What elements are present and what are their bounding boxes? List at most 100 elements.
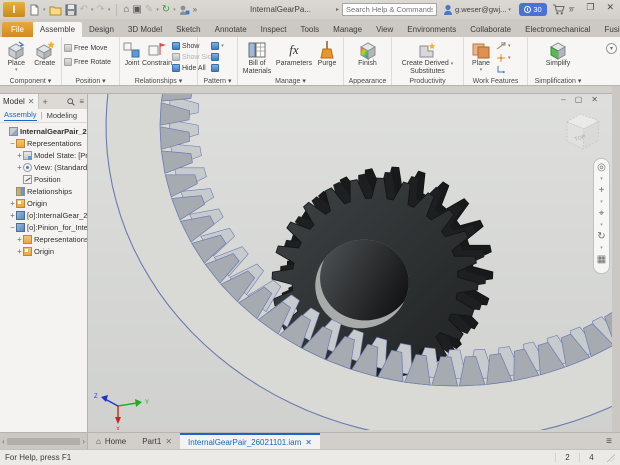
ribbon-tab-design[interactable]: Design: [82, 22, 121, 37]
browser-horizontal-scrollbar[interactable]: ‹ ›: [0, 433, 88, 449]
doc-close-button[interactable]: ✕: [591, 95, 598, 104]
sketch-icon[interactable]: ✎: [145, 5, 153, 15]
save-icon[interactable]: [65, 4, 77, 16]
ribbon-tab-collaborate[interactable]: Collaborate: [463, 22, 518, 37]
ribbon-tab-tools[interactable]: Tools: [293, 22, 326, 37]
scroll-right-icon[interactable]: ›: [82, 437, 85, 446]
ribbon-tab-assemble[interactable]: Assemble: [33, 22, 82, 37]
update-caret-icon[interactable]: ▾: [173, 7, 176, 13]
document-tab-home[interactable]: ⌂Home: [88, 433, 134, 449]
joint-button[interactable]: Joint: [122, 39, 142, 68]
tab-close-icon[interactable]: ✕: [165, 437, 172, 446]
tree-item-model-state-prim[interactable]: +Model State: [Prim: [0, 149, 87, 161]
look-at-icon[interactable]: ▦: [597, 254, 606, 265]
tree-expander-icon[interactable]: +: [16, 247, 23, 256]
doc-restore-button[interactable]: ▢: [575, 95, 583, 104]
axis-button[interactable]: ▾: [496, 41, 511, 51]
free-rotate-button[interactable]: Free Rotate: [64, 57, 111, 67]
browser-search-icon[interactable]: [67, 98, 75, 106]
open-icon[interactable]: [49, 4, 62, 16]
add-browser-tab-button[interactable]: +: [39, 97, 52, 107]
cart-icon[interactable]: [552, 4, 565, 15]
account-menu[interactable]: g.weser@gwj... ▾: [443, 4, 511, 15]
group-label-appearance[interactable]: Appearance: [344, 78, 391, 85]
pattern-button[interactable]: ▾: [211, 41, 224, 51]
tree-item-o-pinion-for-interna[interactable]: −[o]:Pinion_for_Interna: [0, 221, 87, 233]
document-tab-part1[interactable]: Part1✕: [134, 433, 180, 449]
sketch-caret-icon[interactable]: ▾: [156, 7, 159, 13]
constrain-button[interactable]: Constrain: [142, 39, 172, 68]
tree-item-representations[interactable]: −Representations: [0, 137, 87, 149]
tab-list-menu-icon[interactable]: ≡: [598, 433, 620, 449]
ribbon-tab-annotate[interactable]: Annotate: [208, 22, 254, 37]
tree-expander-icon[interactable]: +: [9, 211, 16, 220]
redo-caret-icon[interactable]: ▾: [108, 7, 111, 13]
tree-expander-icon[interactable]: +: [16, 235, 23, 244]
minimize-button[interactable]: –: [569, 2, 574, 13]
inventor-logo-icon[interactable]: I: [3, 2, 25, 17]
ribbon-tab-view[interactable]: View: [369, 22, 400, 37]
tree-item-relationships[interactable]: Relationships: [0, 185, 87, 197]
ribbon-tab-sketch[interactable]: Sketch: [169, 22, 207, 37]
tree-item-internalgearpair-2602[interactable]: InternalGearPair_2602: [0, 125, 87, 137]
create-button[interactable]: Create: [31, 39, 60, 68]
orbit-icon[interactable]: ↻: [597, 231, 605, 242]
ribbon-tab-fusion[interactable]: Fusion: [598, 22, 620, 37]
scrollbar-thumb[interactable]: [7, 438, 81, 445]
ucs-button[interactable]: [496, 65, 511, 75]
close-button[interactable]: ✕: [606, 2, 614, 13]
group-label-component[interactable]: Component ▾: [0, 77, 61, 85]
parameters-button[interactable]: fx Parameters: [274, 39, 314, 68]
tree-item-representations[interactable]: +Representations: [0, 233, 87, 245]
mirror-button[interactable]: [211, 52, 224, 62]
undo-caret-icon[interactable]: ▾: [91, 7, 94, 13]
browser-tab-close-icon[interactable]: ✕: [28, 97, 35, 106]
new-file-icon[interactable]: [29, 4, 40, 16]
tab-close-icon[interactable]: ✕: [305, 438, 312, 447]
group-label-relationships[interactable]: Relationships ▾: [120, 77, 197, 85]
group-label-position[interactable]: Position ▾: [62, 77, 119, 85]
zoom-icon[interactable]: ⌖: [599, 208, 605, 219]
navigation-wheel-icon[interactable]: ◎: [597, 162, 606, 173]
browser-tab-model[interactable]: Model✕: [0, 94, 39, 109]
license-timer-badge[interactable]: 30: [519, 3, 547, 16]
search-collapse-icon[interactable]: ▸: [336, 6, 339, 13]
tree-item-origin[interactable]: +Origin: [0, 245, 87, 257]
group-label-work-features[interactable]: Work Features: [464, 78, 527, 85]
home-icon[interactable]: ⌂: [123, 5, 129, 15]
ribbon-tab-electromechanical[interactable]: Electromechanical: [518, 22, 597, 37]
point-button[interactable]: ▾: [496, 53, 511, 63]
tree-item-position[interactable]: Position: [0, 173, 87, 185]
doc-minimize-button[interactable]: –: [561, 95, 565, 104]
redo-icon[interactable]: ↷: [96, 5, 104, 15]
group-label-pattern[interactable]: Pattern ▾: [198, 77, 237, 85]
plane-button[interactable]: Plane▾: [466, 39, 496, 73]
tree-expander-icon[interactable]: −: [9, 223, 16, 232]
tab-assembly[interactable]: Assembly: [4, 110, 37, 121]
nav-flyout-caret-icon[interactable]: ▾: [600, 200, 603, 204]
maximize-button[interactable]: ❐: [586, 2, 594, 13]
ribbon-tab-environments[interactable]: Environments: [400, 22, 463, 37]
create-derived-substitutes-button[interactable]: Create Derived ▾ Substitutes: [396, 39, 460, 76]
group-label-productivity[interactable]: Productivity: [392, 78, 463, 85]
free-move-button[interactable]: Free Move: [64, 43, 111, 53]
ribbon-tab-file[interactable]: File: [2, 22, 33, 37]
tree-expander-icon[interactable]: +: [16, 163, 23, 172]
finish-button[interactable]: Finish: [351, 39, 385, 68]
resize-grip[interactable]: [607, 454, 615, 462]
tree-expander-icon[interactable]: +: [16, 151, 23, 160]
tree-item-o-internalgear-2602[interactable]: +[o]:InternalGear_2602: [0, 209, 87, 221]
group-label-simplification[interactable]: Simplification ▾: [528, 77, 588, 85]
document-tab-internalgearpair-26021101-iam[interactable]: InternalGearPair_26021101.iam✕: [180, 433, 320, 449]
tree-expander-icon[interactable]: −: [9, 139, 16, 148]
ribbon-tab-manage[interactable]: Manage: [326, 22, 369, 37]
nav-flyout-caret-icon[interactable]: ▾: [600, 223, 603, 227]
nav-flyout-caret-icon[interactable]: ▾: [600, 246, 603, 250]
group-label-manage[interactable]: Manage ▾: [238, 77, 343, 85]
tab-modeling[interactable]: Modeling: [47, 111, 77, 120]
ribbon-collapse-button[interactable]: ▾: [606, 43, 617, 54]
tree-expander-icon[interactable]: +: [9, 199, 16, 208]
simplify-button[interactable]: Simplify: [541, 39, 575, 68]
new-file-caret-icon[interactable]: ▾: [43, 7, 46, 13]
tree-item-view-standard[interactable]: +View: (Standard): [0, 161, 87, 173]
